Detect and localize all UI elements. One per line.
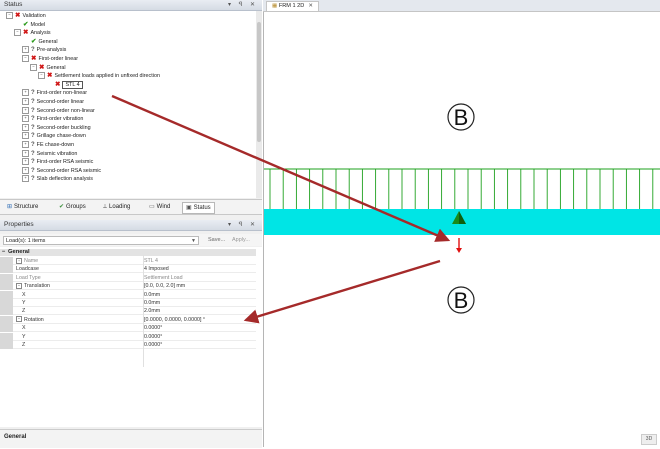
annotation-arrow-to-properties xyxy=(243,259,441,324)
annotation-overlay xyxy=(111,94,451,324)
annotation-arrow-to-support xyxy=(111,94,451,242)
